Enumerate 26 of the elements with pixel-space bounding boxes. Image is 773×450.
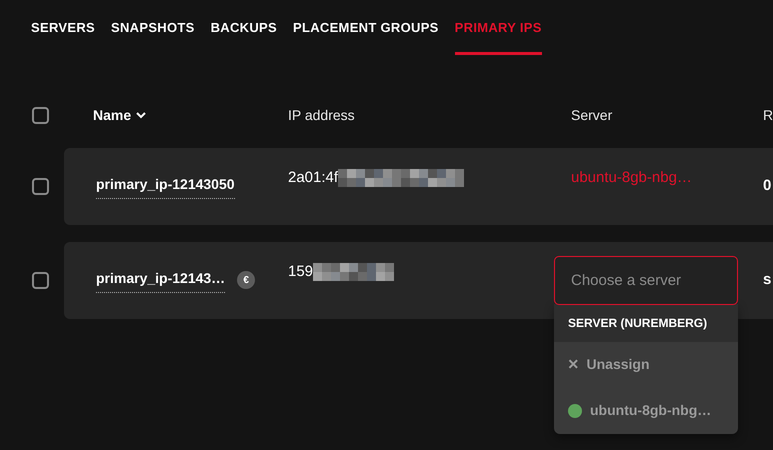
ip-name-link[interactable]: primary_ip-12143… [96, 268, 226, 292]
tab[interactable]: BACKUPS [210, 18, 277, 54]
tab[interactable]: PLACEMENT GROUPS [293, 18, 439, 54]
close-icon: × [568, 351, 579, 378]
chevron-down-icon [136, 112, 146, 119]
ip-name-link[interactable]: primary_ip-12143050 [96, 174, 235, 198]
column-header[interactable]: Name [93, 105, 288, 126]
ip-address: 2a01:4f [288, 168, 338, 188]
tab[interactable]: SERVERS [31, 18, 95, 54]
column-header[interactable]: R [763, 106, 773, 122]
table-cell: s [763, 270, 772, 288]
column-header[interactable]: IP address [288, 106, 355, 122]
euro-badge: € [237, 271, 256, 289]
tab[interactable]: SNAPSHOTS [111, 18, 195, 54]
column-header[interactable]: Server [571, 106, 612, 122]
checkbox[interactable] [32, 272, 49, 288]
dropdown-group-header: SERVER (NUREMBERG) [554, 304, 738, 342]
checkbox[interactable] [32, 107, 49, 124]
dropdown-option[interactable]: ubuntu-8gb-nbg… [554, 388, 738, 434]
table-row[interactable]: primary_ip-12143050 2a01:4f ubuntu-8gb-nbg… 0 [64, 148, 773, 224]
ip-address: 159 [288, 262, 314, 282]
dropdown-option[interactable]: × Unassign [554, 342, 738, 388]
checkbox[interactable] [32, 178, 49, 194]
table-cell: 0 [763, 176, 772, 194]
server-select-field[interactable]: Choose a server [554, 256, 738, 304]
tab[interactable]: PRIMARY IPS [454, 18, 542, 54]
